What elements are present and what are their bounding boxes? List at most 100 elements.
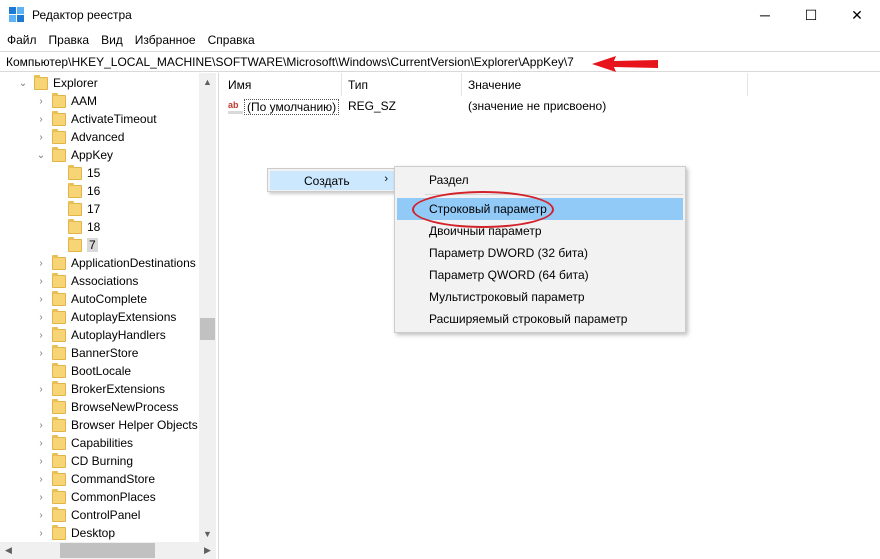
tree-item[interactable]: › CommonPlaces: [36, 488, 156, 506]
chevron-right-icon[interactable]: ›: [36, 92, 46, 110]
chevron-right-icon[interactable]: ›: [36, 344, 46, 362]
folder-icon: [52, 128, 66, 144]
scroll-up-icon[interactable]: ▲: [199, 73, 216, 90]
folder-icon: [52, 92, 66, 108]
tree-horizontal-scrollbar[interactable]: ◀ ▶: [0, 542, 216, 559]
title-bar: Редактор реестра ─ ☐ ✕: [0, 0, 880, 30]
tree-item[interactable]: 17: [62, 200, 100, 218]
chevron-right-icon[interactable]: ›: [36, 272, 46, 290]
submenu-item-dword-value[interactable]: Параметр DWORD (32 бита): [397, 242, 683, 264]
menu-edit[interactable]: Правка: [43, 33, 96, 47]
chevron-right-icon: ›: [384, 173, 388, 185]
menu-file[interactable]: Файл: [1, 33, 43, 47]
chevron-right-icon[interactable]: ›: [36, 416, 46, 434]
close-button[interactable]: ✕: [834, 0, 880, 30]
tree-item[interactable]: › Desktop: [36, 524, 115, 542]
folder-icon: [52, 362, 66, 378]
folder-icon: [68, 182, 82, 198]
folder-icon: [52, 146, 66, 162]
tree-item[interactable]: › AutoComplete: [36, 290, 147, 308]
tree-item[interactable]: › ActivateTimeout: [36, 110, 157, 128]
chevron-right-icon[interactable]: ›: [36, 488, 46, 506]
tree-item[interactable]: › ApplicationDestinations: [36, 254, 196, 272]
chevron-right-icon[interactable]: ›: [36, 470, 46, 488]
folder-icon: [52, 272, 66, 288]
chevron-right-icon[interactable]: ›: [36, 128, 46, 146]
tree-item[interactable]: › BannerStore: [36, 344, 138, 362]
tree-item[interactable]: › AutoplayHandlers: [36, 326, 166, 344]
chevron-right-icon[interactable]: ›: [36, 524, 46, 542]
tree-item[interactable]: BootLocale: [36, 362, 131, 380]
folder-icon: [52, 398, 66, 414]
chevron-right-icon[interactable]: ›: [36, 380, 46, 398]
submenu-item-string-value[interactable]: Строковый параметр: [397, 198, 683, 220]
scrollbar-thumb[interactable]: [60, 543, 155, 558]
menu-favorites[interactable]: Избранное: [129, 33, 202, 47]
tree-item[interactable]: 15: [62, 164, 100, 182]
chevron-right-icon[interactable]: ›: [36, 326, 46, 344]
tree-item[interactable]: › ControlPanel: [36, 506, 140, 524]
tree-item[interactable]: › Browser Helper Objects: [36, 416, 198, 434]
menu-bar: Файл Правка Вид Избранное Справка: [0, 30, 880, 50]
chevron-right-icon[interactable]: ›: [36, 290, 46, 308]
scroll-left-icon[interactable]: ◀: [0, 542, 17, 559]
submenu-item-binary-value[interactable]: Двоичный параметр: [397, 220, 683, 242]
tree-item[interactable]: › CommandStore: [36, 470, 155, 488]
registry-editor-icon: [9, 7, 25, 23]
submenu-item-key[interactable]: Раздел: [397, 169, 683, 191]
folder-icon: [68, 218, 82, 234]
chevron-right-icon[interactable]: ›: [36, 308, 46, 326]
scrollbar-thumb[interactable]: [200, 318, 215, 340]
menu-view[interactable]: Вид: [95, 33, 129, 47]
list-item[interactable]: ab (По умолчанию) REG_SZ (значение не пр…: [222, 97, 880, 116]
chevron-down-icon[interactable]: ⌄: [36, 146, 46, 164]
submenu-item-multistring-value[interactable]: Мультистроковый параметр: [397, 286, 683, 308]
submenu-item-qword-value[interactable]: Параметр QWORD (64 бита): [397, 264, 683, 286]
address-bar[interactable]: Компьютер\HKEY_LOCAL_MACHINE\SOFTWARE\Mi…: [0, 51, 880, 72]
tree-item[interactable]: › Advanced: [36, 128, 124, 146]
key-tree: ⌄ Explorer › AAM › ActivateTimeout › Adv…: [0, 73, 218, 559]
context-menu: Создать ›: [267, 168, 397, 192]
folder-icon: [52, 524, 66, 540]
column-value-header[interactable]: Значение: [462, 73, 748, 96]
chevron-right-icon[interactable]: ›: [36, 434, 46, 452]
chevron-right-icon[interactable]: ›: [36, 506, 46, 524]
tree-item[interactable]: › Associations: [36, 272, 138, 290]
tree-item[interactable]: 18: [62, 218, 100, 236]
folder-icon: [34, 74, 48, 90]
folder-icon: [52, 470, 66, 486]
tree-item[interactable]: › AAM: [36, 92, 97, 110]
folder-icon: [52, 452, 66, 468]
folder-icon: [52, 380, 66, 396]
tree-item[interactable]: › Capabilities: [36, 434, 133, 452]
scroll-right-icon[interactable]: ▶: [199, 542, 216, 559]
maximize-button[interactable]: ☐: [788, 0, 834, 30]
tree-vertical-scrollbar[interactable]: ▲ ▼: [199, 73, 216, 542]
minimize-button[interactable]: ─: [742, 0, 788, 30]
scroll-down-icon[interactable]: ▼: [199, 525, 216, 542]
tree-item[interactable]: BrowseNewProcess: [36, 398, 178, 416]
folder-icon: [52, 506, 66, 522]
chevron-right-icon[interactable]: ›: [36, 254, 46, 272]
tree-item[interactable]: 16: [62, 182, 100, 200]
chevron-right-icon[interactable]: ›: [36, 110, 46, 128]
tree-item-selected[interactable]: 7: [62, 236, 98, 254]
chevron-right-icon[interactable]: ›: [36, 452, 46, 470]
menu-item-create[interactable]: Создать ›: [270, 171, 396, 190]
menu-help[interactable]: Справка: [202, 33, 261, 47]
column-name-header[interactable]: Имя: [222, 73, 342, 96]
submenu-item-expandable-string-value[interactable]: Расширяемый строковый параметр: [397, 308, 683, 330]
window-controls: ─ ☐ ✕: [742, 0, 880, 30]
tree-item[interactable]: › BrokerExtensions: [36, 380, 165, 398]
tree-item[interactable]: › CD Burning: [36, 452, 133, 470]
tree-item[interactable]: › AutoplayExtensions: [36, 308, 176, 326]
tree-item[interactable]: ⌄ AppKey: [36, 146, 113, 164]
folder-icon: [52, 488, 66, 504]
folder-icon: [68, 200, 82, 216]
tree-item[interactable]: ⌄ Explorer: [18, 74, 98, 92]
chevron-down-icon[interactable]: ⌄: [18, 74, 28, 92]
string-value-icon: ab: [228, 100, 244, 114]
window-title: Редактор реестра: [32, 8, 132, 22]
folder-icon: [68, 164, 82, 180]
column-type-header[interactable]: Тип: [342, 73, 462, 96]
